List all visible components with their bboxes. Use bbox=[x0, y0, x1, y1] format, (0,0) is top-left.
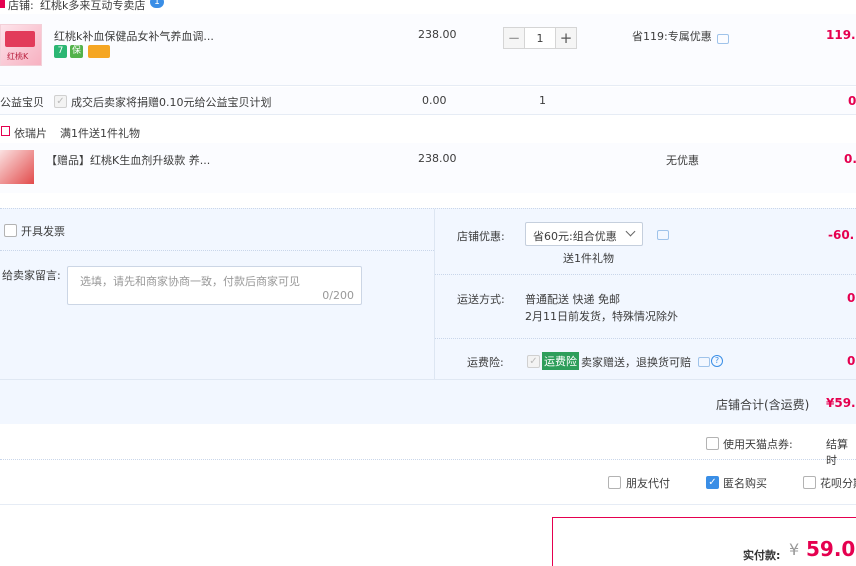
invoice-checkbox[interactable] bbox=[4, 224, 17, 237]
product-title-link[interactable]: 红桃k补血保健品女补气养血调... bbox=[54, 28, 214, 44]
payment-options-row: 朋友代付 ✓ 匿名购买 花呗分期 bbox=[0, 461, 856, 505]
insurance-label: 运费险: bbox=[467, 356, 504, 369]
payment-currency: ¥ bbox=[789, 540, 800, 559]
message-counter: 0/200 bbox=[322, 289, 354, 302]
anonymous-checkbox[interactable]: ✓ bbox=[706, 476, 719, 489]
shipping-amount: 0 bbox=[847, 291, 856, 305]
shop-message-badge[interactable]: 1 bbox=[150, 0, 164, 8]
payment-amount: 59.0 bbox=[806, 537, 856, 561]
order-options-panel: 开具发票 给卖家留言: 选填，请先和商家协商一致，付款后商家可见 0/200 店… bbox=[0, 208, 856, 424]
card-pay-badge bbox=[88, 45, 110, 58]
product-thumbnail[interactable]: 红桃K bbox=[0, 24, 42, 66]
item-discount-label: 省119:专属优惠 bbox=[632, 30, 712, 43]
shop-total-amount: ¥59. bbox=[826, 396, 856, 410]
message-placeholder: 选填，请先和商家协商一致，付款后商家可见 bbox=[80, 275, 300, 288]
shop-icon bbox=[0, 0, 5, 8]
payment-summary-box: 实付款: ¥ 59.0 bbox=[552, 517, 856, 566]
help-icon[interactable]: ? bbox=[711, 355, 723, 367]
huabei-label: 花呗分期 bbox=[820, 477, 856, 490]
item-price: 238.00 bbox=[418, 28, 457, 41]
cart-item-row: 红桃K 红桃k补血保健品女补气养血调... 7 保 238.00 − 1 + 省… bbox=[0, 14, 856, 86]
gift-price: 238.00 bbox=[418, 152, 457, 165]
insurance-amount: 0 bbox=[847, 354, 856, 368]
charity-label: 公益宝贝 bbox=[0, 96, 44, 109]
chevron-down-icon bbox=[625, 226, 636, 237]
friend-pay-label: 朋友代付 bbox=[626, 477, 670, 490]
tmall-points-checkbox[interactable] bbox=[706, 437, 719, 450]
chat-icon[interactable] bbox=[717, 34, 729, 44]
huabei-checkbox[interactable] bbox=[803, 476, 816, 489]
shop-discount-select[interactable]: 省60元:组合优惠 bbox=[525, 222, 643, 246]
charity-checkbox: ✓ bbox=[54, 95, 67, 108]
charity-text: 成交后卖家将捐赠0.10元给公益宝贝计划 bbox=[71, 96, 272, 109]
shipping-note: 2月11日前发货，特殊情况除外 bbox=[525, 310, 678, 323]
shop-discount-amount: -60. bbox=[828, 228, 855, 242]
quantity-decrease-button[interactable]: − bbox=[503, 27, 525, 49]
shop-name-link[interactable]: 红桃k多来互动专卖店 bbox=[40, 0, 145, 13]
quantity-stepper: − 1 + bbox=[503, 27, 577, 49]
shop-discount-gift-note: 送1件礼物 bbox=[563, 252, 614, 265]
shipping-row: 运送方式: 普通配送 快递 免邮 2月11日前发货，特殊情况除外 0 bbox=[435, 275, 856, 339]
quantity-increase-button[interactable]: + bbox=[555, 27, 577, 49]
shop-discount-value: 省60元:组合优惠 bbox=[533, 230, 617, 243]
invoice-row: 开具发票 bbox=[0, 209, 434, 251]
charity-subtotal: 0 bbox=[848, 94, 856, 108]
gift-thumbnail[interactable] bbox=[0, 150, 34, 184]
shipping-method: 普通配送 快递 免邮 bbox=[525, 293, 620, 306]
insurance-row: 运费险: ✓ 运费险 卖家赠送，退换货可赔 ? 0 bbox=[435, 340, 856, 378]
gift-brand: 依瑞片 bbox=[14, 127, 47, 140]
guarantee-badge: 保 bbox=[70, 45, 83, 58]
charity-qty: 1 bbox=[539, 94, 546, 107]
gift-icon bbox=[1, 126, 10, 136]
shipping-label: 运送方式: bbox=[457, 293, 505, 306]
gift-discount-label: 无优惠 bbox=[666, 154, 699, 167]
insurance-text: 卖家赠送，退换货可赔 bbox=[581, 356, 691, 369]
insurance-tag: 运费险 bbox=[542, 352, 579, 370]
gift-promo-header: 依瑞片 满1件送1件礼物 bbox=[0, 124, 856, 142]
charity-price: 0.00 bbox=[422, 94, 447, 107]
seven-day-return-badge: 7 bbox=[54, 45, 67, 58]
charity-row: 公益宝贝 ✓ 成交后卖家将捐赠0.10元给公益宝贝计划 0.00 1 0 bbox=[0, 87, 856, 115]
shop-total-label: 店铺合计(含运费) bbox=[716, 398, 810, 412]
shop-discount-row: 店铺优惠: 省60元:组合优惠 送1件礼物 -60. bbox=[435, 209, 856, 275]
insurance-checkbox: ✓ bbox=[527, 355, 540, 368]
chat-icon[interactable] bbox=[698, 357, 710, 367]
payment-label: 实付款: bbox=[743, 549, 781, 562]
gift-promo-text: 满1件送1件礼物 bbox=[60, 127, 140, 140]
anonymous-label: 匿名购买 bbox=[723, 477, 767, 490]
quantity-input[interactable]: 1 bbox=[525, 27, 555, 49]
shop-discount-label: 店铺优惠: bbox=[457, 230, 505, 243]
chat-icon[interactable] bbox=[657, 230, 669, 240]
tmall-points-label: 使用天猫点券: bbox=[723, 438, 793, 451]
gift-item-row: 【赠品】红桃K生血剂升级款 养... 238.00 无优惠 0. bbox=[0, 143, 856, 193]
message-textarea[interactable]: 选填，请先和商家协商一致，付款后商家可见 0/200 bbox=[67, 266, 362, 305]
message-label: 给卖家留言: bbox=[2, 269, 61, 282]
gift-title-link[interactable]: 【赠品】红桃K生血剂升级款 养... bbox=[46, 152, 210, 168]
shop-label: 店铺: bbox=[8, 0, 34, 12]
shop-header: 店铺: 红桃k多来互动专卖店 1 bbox=[0, 0, 856, 13]
tmall-points-row: 使用天猫点券: 结算时 bbox=[0, 425, 856, 467]
invoice-label: 开具发票 bbox=[21, 225, 65, 238]
shop-total-row: 店铺合计(含运费) ¥59. bbox=[0, 379, 856, 425]
item-subtotal: 119. bbox=[826, 28, 856, 42]
friend-pay-checkbox[interactable] bbox=[608, 476, 621, 489]
gift-subtotal: 0. bbox=[844, 152, 856, 166]
